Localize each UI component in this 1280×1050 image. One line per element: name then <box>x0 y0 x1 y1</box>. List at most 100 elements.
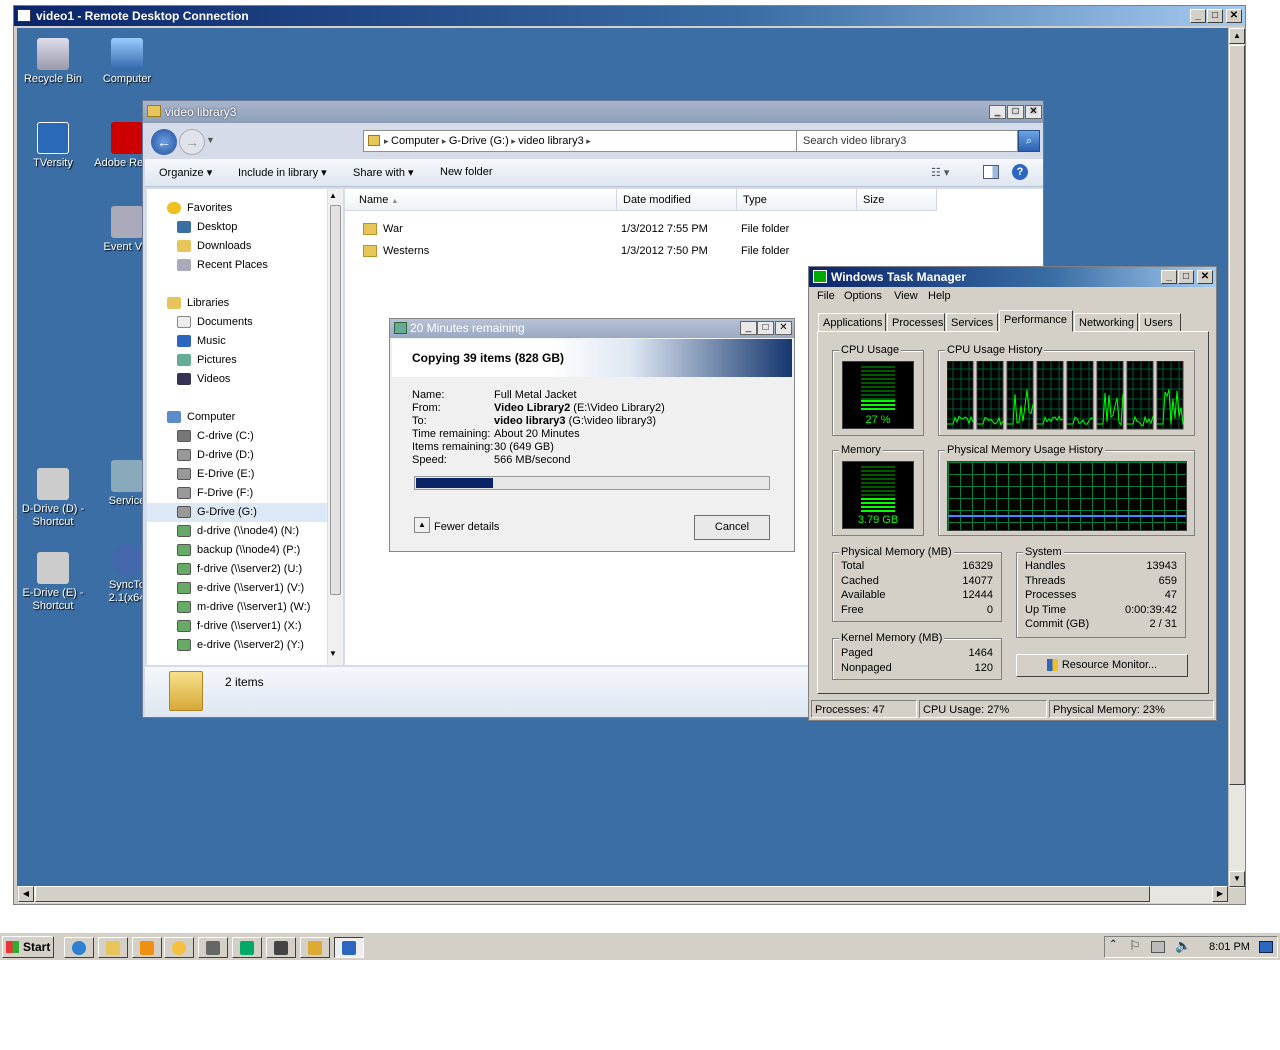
scroll-down-button[interactable]: ▼ <box>1229 871 1245 887</box>
desktop-icon-recycle-bin[interactable]: Recycle Bin <box>17 38 93 86</box>
breadcrumb-video-library3[interactable]: video library3 <box>518 135 583 147</box>
start-button[interactable]: Start <box>2 936 54 958</box>
column-header-type[interactable]: Type <box>737 189 857 211</box>
help-icon[interactable]: ? <box>1012 164 1028 180</box>
taskbar-ie-button[interactable] <box>64 937 94 958</box>
nav-downloads[interactable]: Downloads <box>177 237 251 256</box>
copy-dialog-title-bar[interactable]: 20 Minutes remaining _ □ ✕ <box>390 319 794 338</box>
preview-pane-icon[interactable] <box>983 165 999 179</box>
scroll-thumb-horizontal[interactable] <box>35 886 1150 902</box>
task-manager-title-bar[interactable]: Windows Task Manager _ □ ✕ <box>809 267 1216 287</box>
table-row[interactable]: War 1/3/2012 7:55 PM File folder <box>363 221 823 239</box>
nav-recent-places[interactable]: Recent Places <box>177 256 268 275</box>
search-input[interactable]: Search video library3 <box>796 130 1018 152</box>
copy-close-button[interactable]: ✕ <box>775 321 792 335</box>
rdp-vertical-scrollbar[interactable]: ▲ ▼ <box>1228 28 1245 888</box>
tm-maximize-button[interactable]: □ <box>1178 270 1194 284</box>
menu-options[interactable]: Options <box>844 290 882 302</box>
show-hidden-icons[interactable]: ⌃ <box>1109 939 1117 950</box>
explorer-title-bar[interactable]: video library3 _ □ ✕ <box>143 101 1043 123</box>
copy-maximize-button[interactable]: □ <box>757 321 774 335</box>
nav-drive-item[interactable]: f-drive (\\server2) (U:) <box>147 560 327 579</box>
column-header-date[interactable]: Date modified <box>617 189 737 211</box>
cancel-button[interactable]: Cancel <box>694 515 770 540</box>
volume-icon[interactable]: 🔈 <box>1175 938 1191 954</box>
nav-scroll-up-icon[interactable]: ▲ <box>329 191 337 200</box>
scroll-left-button[interactable]: ◀ <box>18 886 34 902</box>
nav-drive-item[interactable]: e-drive (\\server2) (Y:) <box>147 636 327 655</box>
menu-help[interactable]: Help <box>928 290 951 302</box>
nav-drive-item[interactable]: m-drive (\\server1) (W:) <box>147 598 327 617</box>
new-folder-button[interactable]: New folder <box>440 166 493 178</box>
resource-monitor-button[interactable]: Resource Monitor... <box>1016 654 1188 677</box>
scroll-right-button[interactable]: ▶ <box>1212 886 1228 902</box>
organize-button[interactable]: Organize ▾ <box>159 166 212 179</box>
scroll-thumb[interactable] <box>1229 45 1245 785</box>
menu-view[interactable]: View <box>894 290 918 302</box>
taskbar-rdp-button[interactable] <box>334 937 364 958</box>
value-to[interactable]: video library3 (G:\video library3) <box>494 415 656 428</box>
nav-pictures[interactable]: Pictures <box>177 351 237 370</box>
share-with-button[interactable]: Share with ▾ <box>353 166 414 179</box>
nav-drive-item[interactable]: f-drive (\\server1) (X:) <box>147 617 327 636</box>
breadcrumb-computer[interactable]: Computer <box>391 135 439 147</box>
desktop-icon-d-drive-shortcut[interactable]: D-Drive (D) - Shortcut <box>17 468 93 529</box>
taskbar-app6-button[interactable] <box>232 937 262 958</box>
close-button[interactable]: ✕ <box>1226 9 1242 23</box>
search-button[interactable]: ⌕ <box>1018 130 1040 152</box>
nav-favorites[interactable]: Favorites <box>167 199 232 218</box>
table-row[interactable]: Westerns 1/3/2012 7:50 PM File folder <box>363 243 823 261</box>
taskbar-media-button[interactable] <box>132 937 162 958</box>
tm-minimize-button[interactable]: _ <box>1161 270 1177 284</box>
minimize-button[interactable]: _ <box>1190 9 1206 23</box>
nav-videos[interactable]: Videos <box>177 370 230 389</box>
maximize-button[interactable]: □ <box>1207 9 1223 23</box>
scroll-up-button[interactable]: ▲ <box>1229 28 1245 44</box>
breadcrumb-g-drive[interactable]: G-Drive (G:) <box>449 135 509 147</box>
menu-file[interactable]: File <box>817 290 835 302</box>
nav-drive-item[interactable]: e-drive (\\server1) (V:) <box>147 579 327 598</box>
tab-users[interactable]: Users <box>1139 313 1181 332</box>
nav-drive-item[interactable]: backup (\\node4) (P:) <box>147 541 327 560</box>
tab-processes[interactable]: Processes <box>887 313 945 332</box>
recent-pages-chevron-icon[interactable]: ▼ <box>206 135 215 145</box>
nav-drive-item[interactable]: C-drive (C:) <box>147 427 327 446</box>
copy-minimize-button[interactable]: _ <box>740 321 757 335</box>
tm-close-button[interactable]: ✕ <box>1197 270 1213 284</box>
rdp-horizontal-scrollbar[interactable]: ◀ ▶ <box>17 886 1228 903</box>
show-desktop-icon[interactable] <box>1259 941 1273 953</box>
view-options-icon[interactable]: ☷ ▾ <box>931 166 949 179</box>
nav-scrollbar[interactable]: ▲ ▼ <box>327 189 343 665</box>
taskbar-explorer-button[interactable] <box>98 937 128 958</box>
back-button[interactable]: ← <box>151 129 177 155</box>
column-header-size[interactable]: Size <box>857 189 937 211</box>
taskbar-app7-button[interactable] <box>266 937 296 958</box>
tab-networking[interactable]: Networking <box>1074 313 1138 332</box>
tab-services[interactable]: Services <box>946 313 998 332</box>
nav-documents[interactable]: Documents <box>177 313 253 332</box>
explorer-minimize-button[interactable]: _ <box>989 105 1006 119</box>
taskbar-app8-button[interactable] <box>300 937 330 958</box>
nav-libraries[interactable]: Libraries <box>167 294 229 313</box>
nav-scroll-thumb[interactable] <box>330 205 341 595</box>
network-icon[interactable] <box>1151 941 1165 953</box>
nav-drive-item[interactable]: D-drive (D:) <box>147 446 327 465</box>
nav-computer[interactable]: Computer <box>167 408 235 427</box>
nav-drive-item[interactable]: E-Drive (E:) <box>147 465 327 484</box>
forward-button[interactable]: → <box>179 129 205 155</box>
nav-drive-item[interactable]: d-drive (\\node4) (N:) <box>147 522 327 541</box>
tab-performance[interactable]: Performance <box>999 310 1073 332</box>
column-header-name[interactable]: Name ▲ <box>345 189 617 211</box>
nav-scroll-down-icon[interactable]: ▼ <box>329 649 337 658</box>
nav-drive-item[interactable]: F-Drive (F:) <box>147 484 327 503</box>
explorer-maximize-button[interactable]: □ <box>1007 105 1024 119</box>
flag-icon[interactable]: ⚐ <box>1129 938 1141 954</box>
explorer-close-button[interactable]: ✕ <box>1025 105 1042 119</box>
rdp-title-bar[interactable]: video1 - Remote Desktop Connection _ □ ✕ <box>14 6 1245 26</box>
desktop-icon-computer[interactable]: Computer <box>87 38 167 86</box>
clock[interactable]: 8:01 PM <box>1209 941 1250 953</box>
desktop-icon-tversity[interactable]: TVersity <box>17 122 93 170</box>
nav-desktop[interactable]: Desktop <box>177 218 237 237</box>
include-in-library-button[interactable]: Include in library ▾ <box>238 166 327 179</box>
taskbar-app4-button[interactable] <box>164 937 194 958</box>
